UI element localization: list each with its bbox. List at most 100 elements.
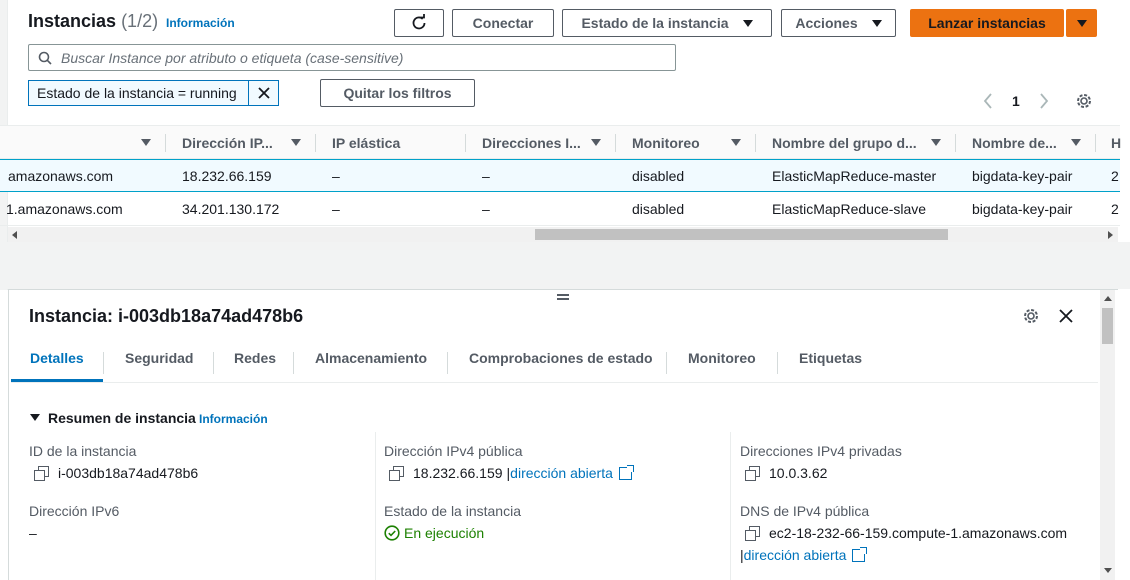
column-header-elastic-ip[interactable]: IP elástica [332, 126, 452, 160]
tab-tags[interactable]: Etiquetas [799, 350, 862, 366]
filter-token-label: Estado de la instancia = running [37, 85, 237, 101]
settings-gear-icon[interactable] [1075, 92, 1093, 110]
cell-addresses: – [482, 201, 490, 217]
tab-storage[interactable]: Almacenamiento [315, 350, 427, 366]
cell-public-ip: 18.232.66.159 [182, 168, 272, 184]
public-dns-link: | dirección abierta [740, 546, 868, 563]
vertical-scrollbar[interactable] [1100, 290, 1115, 580]
external-link-icon[interactable] [618, 464, 634, 480]
section-info-link[interactable]: Información [199, 412, 268, 426]
cell-extra: 2 [1111, 168, 1119, 184]
detail-title: Instancia: i-003db18a74ad478b6 [29, 306, 304, 326]
instance-state-label: Estado de la instancia [384, 503, 521, 519]
horizontal-scrollbar[interactable] [8, 227, 1118, 242]
open-address-link[interactable]: dirección abierta [510, 465, 613, 481]
scrollbar-thumb[interactable] [535, 229, 948, 240]
cell-dns: amazonaws.com [8, 168, 114, 184]
scroll-right-arrow[interactable] [1108, 231, 1113, 239]
section-title[interactable]: Resumen de instancia [48, 410, 196, 426]
search-placeholder: Buscar Instance por atributo o etiqueta … [61, 50, 404, 66]
column-header-public-ip[interactable]: Dirección IP... [182, 126, 282, 160]
copy-icon[interactable] [34, 466, 49, 481]
public-ipv4-value: 18.232.66.159 | dirección abierta [389, 464, 634, 481]
instance-count: (1/2) [121, 11, 159, 31]
cell-key-name: bigdata-key-pair [972, 201, 1073, 217]
sort-caret-icon[interactable] [141, 139, 151, 146]
close-icon [258, 87, 270, 99]
caret-down-icon [1076, 19, 1087, 27]
collapse-caret-icon[interactable] [30, 414, 40, 421]
instance-state-value: En ejecución [384, 525, 484, 541]
cell-addresses: – [482, 168, 490, 184]
cell-elastic-ip: – [332, 201, 340, 217]
open-address-link[interactable]: dirección abierta [744, 547, 847, 563]
copy-icon[interactable] [745, 526, 760, 541]
page-title: Instancias (1/2) [28, 11, 159, 31]
scroll-left-arrow[interactable] [12, 231, 17, 239]
tab-details[interactable]: Detalles [30, 350, 84, 366]
scroll-up-arrow[interactable] [1104, 296, 1112, 301]
search-input[interactable]: Buscar Instance por atributo o etiqueta … [28, 44, 676, 71]
column-header-security-group[interactable]: Nombre del grupo d... [772, 126, 922, 160]
close-panel-icon[interactable] [1059, 309, 1073, 323]
caret-down-icon [871, 19, 882, 27]
launch-instances-button[interactable]: Lanzar instancias [910, 9, 1064, 37]
filter-token: Estado de la instancia = running [28, 80, 279, 106]
cell-dns: 1.amazonaws.com [6, 201, 123, 217]
copy-icon[interactable] [745, 466, 760, 481]
caret-down-icon [742, 19, 753, 27]
public-dns-label: DNS de IPv4 pública [740, 503, 870, 519]
public-ipv4-label: Dirección IPv4 pública [384, 443, 523, 459]
vertical-scrollbar-thumb[interactable] [1102, 308, 1113, 344]
instance-id-label: ID de la instancia [29, 443, 137, 459]
tab-networking[interactable]: Redes [234, 350, 276, 366]
instance-state-button[interactable]: Estado de la instancia [562, 9, 772, 37]
sort-caret-icon[interactable] [931, 139, 941, 146]
filter-remove-button[interactable] [248, 80, 279, 106]
sort-caret-icon[interactable] [591, 139, 601, 146]
table-row[interactable]: 1.amazonaws.com 34.201.130.172 – – disab… [0, 193, 1120, 226]
private-ipv4-value: 10.0.3.62 [745, 465, 827, 481]
column-divider [730, 432, 731, 580]
current-page[interactable]: 1 [1012, 93, 1020, 109]
sort-caret-icon[interactable] [291, 139, 301, 146]
launch-dropdown-button[interactable] [1066, 9, 1097, 37]
prev-page-icon[interactable] [982, 93, 994, 109]
tab-security[interactable]: Seguridad [125, 350, 193, 366]
column-header-monitoring[interactable]: Monitoreo [632, 126, 722, 160]
sort-caret-icon[interactable] [731, 139, 741, 146]
external-link-icon[interactable] [852, 546, 868, 562]
info-link[interactable]: Información [166, 16, 235, 30]
cell-extra: 2 [1111, 201, 1119, 217]
column-header-addresses[interactable]: Direcciones I... [482, 126, 582, 160]
column-header-extra[interactable]: H [1111, 126, 1121, 160]
table-row[interactable]: amazonaws.com 18.232.66.159 – – disabled… [0, 159, 1120, 192]
search-icon [38, 51, 52, 65]
scroll-down-arrow[interactable] [1104, 568, 1112, 573]
refresh-button[interactable] [394, 9, 444, 37]
preferences-gear-icon[interactable] [1022, 307, 1040, 325]
cell-monitoring: disabled [632, 168, 685, 184]
cell-public-ip: 34.201.130.172 [182, 201, 280, 217]
ipv6-label: Dirección IPv6 [29, 503, 120, 519]
refresh-icon [412, 14, 426, 30]
cell-security-group: ElasticMapReduce-slave [772, 201, 927, 217]
ipv6-value: – [29, 525, 37, 541]
cell-security-group: ElasticMapReduce-master [772, 168, 937, 184]
clear-filters-button[interactable]: Quitar los filtros [320, 79, 475, 107]
column-divider [375, 432, 376, 580]
sort-caret-icon[interactable] [1071, 139, 1081, 146]
column-header-key-name[interactable]: Nombre de... [972, 126, 1062, 160]
resize-handle-icon[interactable] [557, 294, 569, 300]
next-page-icon[interactable] [1038, 93, 1050, 109]
table-header: Dirección IP... IP elástica Direcciones … [0, 125, 1121, 160]
cell-monitoring: disabled [632, 201, 685, 217]
copy-icon[interactable] [389, 466, 404, 481]
success-check-icon [384, 525, 400, 541]
actions-button[interactable]: Acciones [781, 9, 896, 37]
connect-button[interactable]: Conectar [452, 9, 554, 37]
tab-monitoring[interactable]: Monitoreo [688, 350, 756, 366]
tab-status-checks[interactable]: Comprobaciones de estado [469, 350, 653, 366]
public-dns-value: ec2-18-232-66-159.compute-1.amazonaws.co… [745, 525, 1067, 541]
cell-elastic-ip: – [332, 168, 340, 184]
